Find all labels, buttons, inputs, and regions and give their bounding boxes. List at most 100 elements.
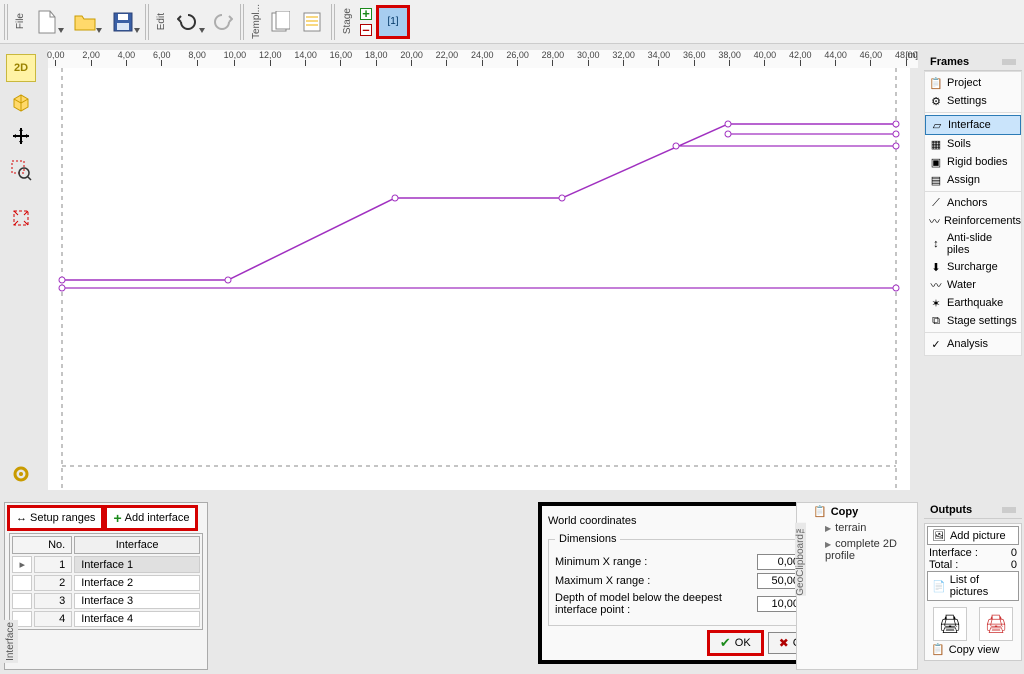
- ruler-tick: 42,00: [789, 50, 812, 66]
- copy-panel: GeoClipboard™ 📋 Copy terrain complete 2D…: [796, 502, 918, 670]
- frames-icon: ▱: [930, 118, 944, 132]
- frames-panel: Frames 📋Project⚙Settings ▱Interface▦Soils…: [924, 54, 1022, 356]
- ruler-tick: 8,00: [188, 50, 206, 66]
- ruler-unit: [m]: [906, 50, 919, 60]
- frames-item-interface[interactable]: ▱Interface: [925, 115, 1021, 135]
- dimensions-legend: Dimensions: [555, 533, 620, 545]
- copy-header: 📋 Copy: [809, 503, 917, 520]
- print-preview-button[interactable]: 🖨: [979, 607, 1013, 641]
- frames-item-water[interactable]: 〰Water: [925, 276, 1021, 294]
- plus-icon: +: [113, 510, 121, 526]
- list-pictures-button[interactable]: 📄 List of pictures: [927, 571, 1019, 601]
- setup-ranges-button[interactable]: ↔ Setup ranges: [9, 507, 102, 529]
- new-file-button[interactable]: [29, 7, 65, 37]
- ruler-tick: 22,00: [436, 50, 459, 66]
- ruler-tick: 32,00: [612, 50, 635, 66]
- ruler-tick: 20,00: [400, 50, 423, 66]
- frames-item-earthquake[interactable]: ✶Earthquake: [925, 294, 1021, 312]
- 2d-view-button[interactable]: 2D: [6, 54, 36, 82]
- table-row[interactable]: 3Interface 3: [12, 593, 200, 609]
- grip: [331, 4, 337, 40]
- frames-item-reinforcements[interactable]: 〰Reinforcements: [925, 212, 1021, 230]
- left-toolbar: 2D: [4, 54, 38, 232]
- ruler-tick: 38,00: [718, 50, 741, 66]
- edit-group-label: Edit: [155, 11, 168, 32]
- frames-item-analysis[interactable]: ✓Analysis: [925, 335, 1021, 353]
- table-row[interactable]: 2Interface 2: [12, 575, 200, 591]
- frames-item-project[interactable]: 📋Project: [925, 74, 1021, 92]
- ruler-tick: 44,00: [824, 50, 847, 66]
- ruler-tick: 30,00: [577, 50, 600, 66]
- ruler-tick: 36,00: [683, 50, 706, 66]
- frames-item-surcharge[interactable]: ⬇Surcharge: [925, 258, 1021, 276]
- frames-item-soils[interactable]: ▦Soils: [925, 135, 1021, 153]
- outputs-title: Outputs: [930, 504, 972, 516]
- ok-button[interactable]: ✔OK: [709, 632, 762, 654]
- print-button[interactable]: 🖨: [933, 607, 967, 641]
- bottom-center: World coordinates ✕ Dimensions Minimum X…: [214, 502, 790, 670]
- frames-icon: 〰: [929, 278, 943, 292]
- frames-icon: 〰: [929, 214, 940, 228]
- frames-item-settings[interactable]: ⚙Settings: [925, 92, 1021, 110]
- ruler-tick: 14,00: [294, 50, 317, 66]
- copy-view-button[interactable]: 📋 Copy view: [927, 641, 1019, 658]
- settings-gear-button[interactable]: [6, 460, 36, 488]
- frames-icon: ⬇: [929, 260, 943, 274]
- save-file-button[interactable]: [105, 7, 141, 37]
- fit-view-button[interactable]: [6, 204, 36, 232]
- interface-panel: Interface ↔ Setup ranges + Add interface…: [4, 502, 208, 670]
- ruler-tick: 10,00: [224, 50, 247, 66]
- remove-stage-button[interactable]: –: [360, 24, 372, 36]
- grip: [145, 4, 151, 40]
- interface-table[interactable]: No.Interface▸1Interface 12Interface 23In…: [9, 533, 203, 630]
- ruler-tick: 2,00: [82, 50, 100, 66]
- open-file-button[interactable]: [67, 7, 103, 37]
- file-group-label: File: [14, 11, 27, 31]
- viewport-canvas[interactable]: [48, 68, 910, 490]
- frames-icon: ⟋: [929, 196, 943, 210]
- pan-button[interactable]: [6, 122, 36, 150]
- frames-icon: ⚙: [929, 94, 943, 108]
- frames-item-stage-settings[interactable]: ⧉Stage settings: [925, 312, 1021, 330]
- frames-icon: ▦: [929, 137, 943, 151]
- ranges-icon: ↔: [16, 512, 27, 524]
- table-row[interactable]: ▸1Interface 1: [12, 556, 200, 573]
- frames-item-rigid-bodies[interactable]: ▣Rigid bodies: [925, 153, 1021, 171]
- stage-group-label: Stage: [341, 6, 354, 36]
- add-interface-button[interactable]: + Add interface: [106, 507, 196, 529]
- ruler-tick: 28,00: [542, 50, 565, 66]
- frames-item-anchors[interactable]: ⟋Anchors: [925, 194, 1021, 212]
- ruler-tick: 0,00: [47, 50, 65, 66]
- add-picture-button[interactable]: 🖼 Add picture: [927, 526, 1019, 545]
- frames-item-assign[interactable]: ▤Assign: [925, 171, 1021, 189]
- stage-add-remove: + –: [360, 8, 372, 36]
- frames-icon: ✶: [929, 296, 943, 310]
- minimize-outputs-button[interactable]: [1002, 507, 1016, 513]
- geoclipboard-label: GeoClipboard™: [795, 523, 806, 596]
- frames-item-anti-slide-piles[interactable]: ↕Anti-slide piles: [925, 230, 1021, 258]
- bottom-panel: Interface ↔ Setup ranges + Add interface…: [4, 502, 1022, 670]
- copy-profile[interactable]: complete 2D profile: [809, 536, 917, 564]
- minimize-frames-button[interactable]: [1002, 59, 1016, 65]
- table-row[interactable]: 4Interface 4: [12, 611, 200, 627]
- template2-button[interactable]: [297, 7, 327, 37]
- zoom-select-button[interactable]: [6, 156, 36, 184]
- min-x-label: Minimum X range :: [555, 556, 757, 568]
- frames-title: Frames: [930, 56, 969, 68]
- stage-1-button[interactable]: [1]: [378, 7, 408, 37]
- depth-label: Depth of model below the deepest interfa…: [555, 592, 757, 616]
- max-x-label: Maximum X range :: [555, 575, 757, 587]
- redo-button[interactable]: [208, 7, 236, 37]
- frames-icon: ⧉: [929, 314, 943, 328]
- frames-icon: 📋: [929, 76, 943, 90]
- frames-icon: ▤: [929, 173, 943, 187]
- ruler-tick: 6,00: [153, 50, 171, 66]
- template1-button[interactable]: [265, 7, 295, 37]
- copy-terrain[interactable]: terrain: [809, 520, 917, 536]
- undo-button[interactable]: [170, 7, 206, 37]
- dialog-title: World coordinates: [548, 515, 636, 527]
- add-stage-button[interactable]: +: [360, 8, 372, 20]
- templ-group-label: Templ...: [250, 2, 263, 41]
- frames-icon: ↕: [929, 237, 943, 251]
- 3d-view-button[interactable]: [6, 88, 36, 116]
